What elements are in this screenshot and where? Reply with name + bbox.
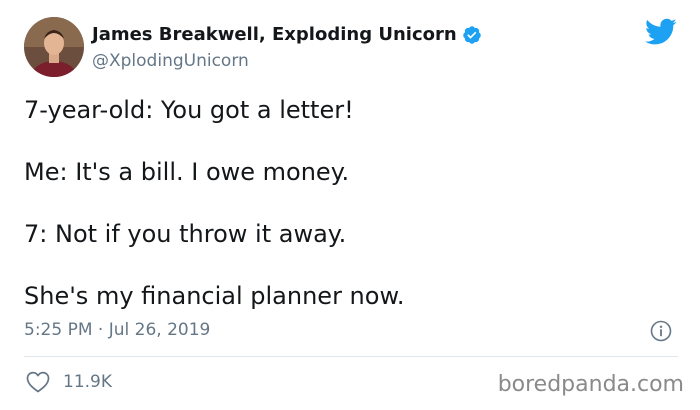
avatar[interactable] xyxy=(24,17,84,77)
author-handle[interactable]: @XplodingUnicorn xyxy=(92,49,249,73)
like-button[interactable]: 11.9K xyxy=(26,370,112,394)
tweet-text-line: Me: It's a bill. I owe money. xyxy=(24,158,350,186)
verified-badge-icon xyxy=(462,25,482,45)
heart-icon xyxy=(26,371,50,393)
author-display-name[interactable]: James Breakwell, Exploding Unicorn xyxy=(92,23,457,47)
divider xyxy=(24,356,678,357)
tweet-timestamp[interactable]: 5:25 PM · Jul 26, 2019 xyxy=(24,318,210,342)
tweet-text-line: 7: Not if you throw it away. xyxy=(24,220,347,248)
tweet-text-line: She's my financial planner now. xyxy=(24,282,405,310)
like-count: 11.9K xyxy=(63,372,112,392)
twitter-bird-icon[interactable] xyxy=(645,18,677,46)
avatar-image xyxy=(24,17,84,77)
tweet-card: James Breakwell, Exploding Unicorn @Xplo… xyxy=(0,0,700,410)
watermark: boredpanda.com xyxy=(497,372,684,397)
author-name-row: James Breakwell, Exploding Unicorn xyxy=(92,23,482,47)
tweet-text-line: 7-year-old: You got a letter! xyxy=(24,96,354,124)
info-icon[interactable] xyxy=(650,320,672,342)
